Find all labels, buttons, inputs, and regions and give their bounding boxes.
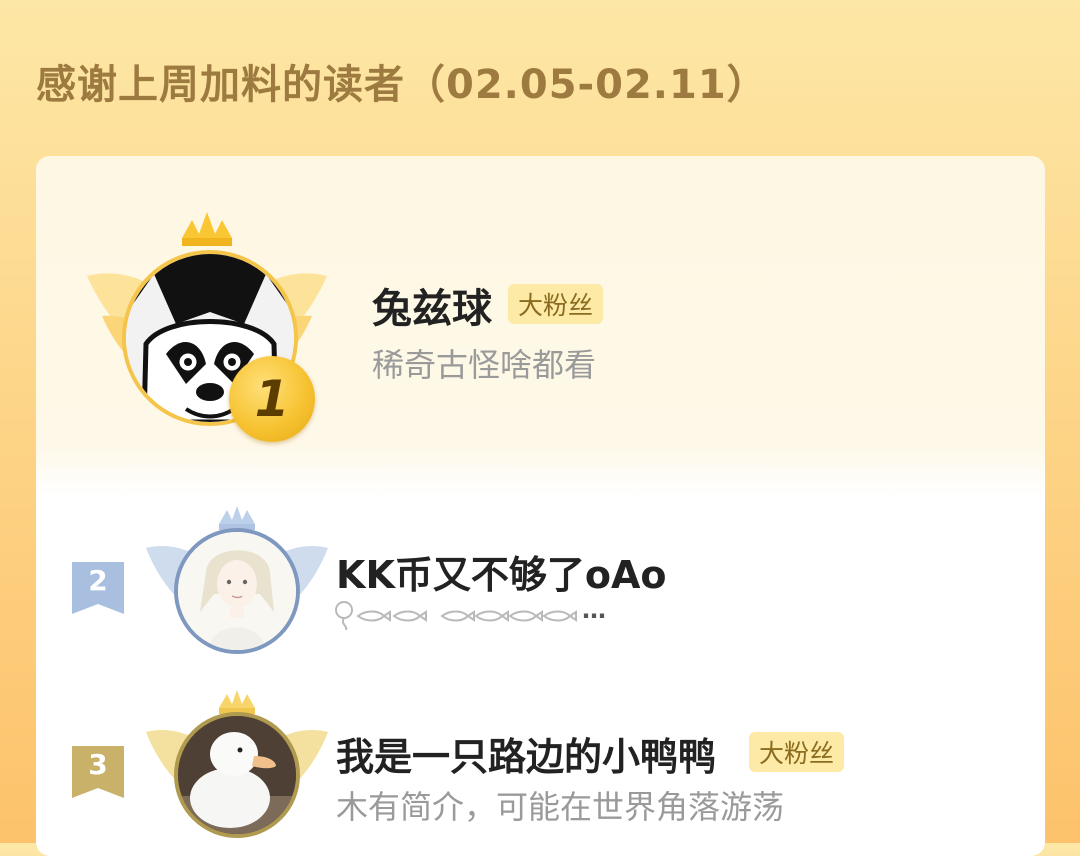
anime-character-icon	[178, 532, 296, 650]
fish-doodle-icon	[335, 601, 577, 630]
reader-description: …	[582, 596, 606, 624]
white-duck-avatar[interactable]	[174, 712, 300, 838]
leaderboard-row-3[interactable]: 3 我是一只路边的小鸭鸭 大粉丝 木有简介，可能在世界角落游荡	[36, 676, 1045, 856]
anime-character-avatar[interactable]	[174, 528, 300, 654]
fan-badge: 大粉丝	[508, 284, 604, 324]
page-title: 感谢上周加料的读者（02.05-02.11）	[36, 62, 768, 108]
rank-number: 2	[88, 564, 108, 597]
leaderboard-row-1[interactable]: 1 兔兹球 大粉丝 稀奇古怪啥都看	[36, 156, 1045, 496]
reader-leaderboard-card: 1 兔兹球 大粉丝 稀奇古怪啥都看 2 KK币又不够了oAo … 3 我是一只路…	[36, 156, 1045, 856]
rank-number: 3	[88, 748, 108, 781]
leaderboard-row-2[interactable]: 2 KK币又不够了oAo …	[36, 496, 1045, 676]
reader-name[interactable]: KK币又不够了oAo	[336, 544, 667, 599]
rank-1-medal: 1	[229, 356, 315, 442]
reader-name[interactable]: 我是一只路边的小鸭鸭	[336, 726, 716, 781]
reader-name[interactable]: 兔兹球	[372, 276, 492, 334]
reader-description: 木有简介，可能在世界角落游荡	[336, 788, 785, 826]
reader-description: 稀奇古怪啥都看	[372, 346, 597, 384]
white-duck-icon	[178, 716, 296, 834]
fan-badge: 大粉丝	[749, 732, 845, 772]
